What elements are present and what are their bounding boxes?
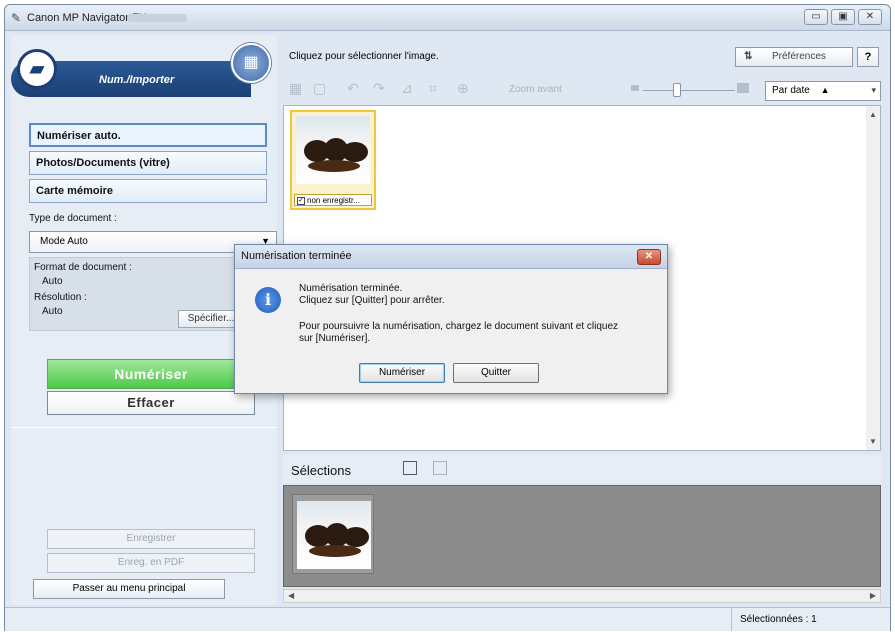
mode-photos-documents[interactable]: Photos/Documents (vitre) — [29, 151, 267, 175]
title-bar: ✎ Canon MP Navigator EX ▭ ▣ ✕ — [5, 5, 890, 31]
mirror-icon[interactable]: ⊿ — [401, 80, 413, 97]
mode-memory-card[interactable]: Carte mémoire — [29, 179, 267, 203]
photo-blob — [342, 142, 368, 162]
selected-count: Sélectionnées : 1 — [731, 608, 881, 631]
app-icon: ✎ — [11, 11, 22, 25]
photo-blob — [343, 527, 369, 547]
dialog-line-3: Pour poursuivre la numérisation, chargez… — [299, 321, 619, 332]
vertical-scrollbar[interactable]: ▲ ▼ — [866, 106, 880, 450]
scroll-right-icon[interactable]: ▶ — [870, 591, 876, 600]
dialog-line-1: Numérisation terminée. — [299, 283, 403, 294]
mode-auto-scan[interactable]: Numériser auto. — [29, 123, 267, 147]
sort-select[interactable]: Par date ▲ ▾ — [765, 81, 881, 101]
small-size-icon — [631, 85, 639, 91]
scroll-down-icon[interactable]: ▼ — [869, 437, 877, 446]
minimize-button[interactable]: ▭ — [804, 9, 828, 25]
selections-area — [283, 485, 881, 587]
doc-type-value: Mode Auto — [40, 236, 88, 247]
resolution-label: Résolution : — [34, 292, 87, 303]
info-icon: i — [255, 287, 281, 313]
dialog-quit-button[interactable]: Quitter — [453, 363, 539, 383]
slider-thumb[interactable] — [673, 83, 681, 97]
scroll-left-icon[interactable]: ◀ — [288, 591, 294, 600]
divider — [11, 427, 277, 428]
rotate-right-icon[interactable]: ↷ — [373, 80, 385, 97]
format-label: Format de document : — [34, 262, 132, 273]
scan-button[interactable]: Numériser — [47, 359, 255, 389]
maximize-button[interactable]: ▣ — [831, 9, 855, 25]
select-all-icon[interactable]: ▦ — [289, 80, 302, 97]
format-value: Auto — [42, 276, 63, 287]
rotate-left-icon[interactable]: ↶ — [347, 80, 359, 97]
slider-track — [643, 90, 735, 91]
zoom-in-label: Zoom avant — [509, 84, 562, 95]
dogs-photo — [296, 116, 370, 184]
thumbnail-size-slider[interactable] — [631, 83, 749, 97]
crop-icon[interactable]: ⌗ — [429, 80, 437, 97]
scanner-icon: ▰ — [17, 49, 57, 89]
save-pdf-button[interactable]: Enreg. en PDF — [47, 553, 255, 573]
sort-value: Par date — [772, 85, 810, 96]
dialog-line-2: Cliquez sur [Quitter] pour arrêter. — [299, 295, 445, 306]
deselect-all-icon[interactable]: ▢ — [313, 80, 326, 97]
close-window-button[interactable]: ✕ — [858, 9, 882, 25]
header-label: Num./Importer — [99, 74, 175, 86]
grid-view-icon[interactable] — [403, 461, 417, 475]
dogs-photo — [297, 501, 371, 569]
dialog-title: Numérisation terminée — [241, 250, 352, 262]
scan-complete-dialog: Numérisation terminée ✕ i Numérisation t… — [234, 244, 668, 394]
photo-blob — [308, 160, 360, 172]
instruction-text: Cliquez pour sélectionner l'image. — [289, 51, 439, 62]
dialog-line-4: sur [Numériser]. — [299, 333, 371, 344]
preferences-label: Préférences — [772, 51, 826, 62]
horizontal-scrollbar[interactable]: ◀ ▶ — [283, 589, 881, 603]
help-button[interactable]: ? — [857, 47, 879, 67]
sort-ascending-icon: ▲ — [820, 85, 830, 95]
clear-button[interactable]: Effacer — [47, 391, 255, 415]
single-view-icon[interactable] — [433, 461, 447, 475]
scroll-up-icon[interactable]: ▲ — [869, 110, 877, 119]
large-size-icon — [737, 83, 749, 93]
save-button[interactable]: Enregistrer — [47, 529, 255, 549]
doc-type-label: Type de document : — [29, 213, 117, 224]
preferences-icon: ⇅ — [744, 51, 753, 62]
selected-thumbnail[interactable] — [292, 494, 374, 574]
top-bar: Cliquez pour sélectionner l'image. ⇅ Pré… — [281, 39, 889, 67]
thumbnail-caption: ✓ non enregistr... — [294, 194, 372, 206]
zoom-in-icon[interactable]: ⊕ — [457, 80, 469, 97]
window-controls: ▭ ▣ ✕ — [804, 9, 882, 25]
selections-header: Sélections — [283, 455, 881, 483]
view-menu-icon[interactable]: ▦ — [231, 43, 271, 83]
image-toolbar: ▦ ▢ ↶ ↷ ⊿ ⌗ ⊕ Zoom avant Par date ▲ ▾ — [281, 71, 889, 101]
title-blurred-text — [127, 14, 187, 22]
image-thumbnail[interactable]: ✓ non enregistr... — [290, 110, 376, 210]
dialog-title-bar: Numérisation terminée ✕ — [235, 245, 667, 269]
main-menu-button[interactable]: Passer au menu principal — [33, 579, 225, 599]
dialog-close-button[interactable]: ✕ — [637, 249, 661, 265]
photo-blob — [309, 545, 361, 557]
dialog-scan-button[interactable]: Numériser — [359, 363, 445, 383]
preferences-button[interactable]: ⇅ Préférences — [735, 47, 853, 67]
selections-label: Sélections — [291, 463, 351, 478]
scan-import-header: ▰ Num./Importer ▦ — [11, 39, 275, 103]
checkbox-checked[interactable]: ✓ — [297, 197, 305, 205]
dropdown-arrow-icon: ▾ — [871, 85, 876, 95]
resolution-value: Auto — [42, 306, 63, 317]
thumbnail-caption-text: non enregistr... — [307, 196, 360, 205]
status-bar: Sélectionnées : 1 — [5, 607, 890, 631]
